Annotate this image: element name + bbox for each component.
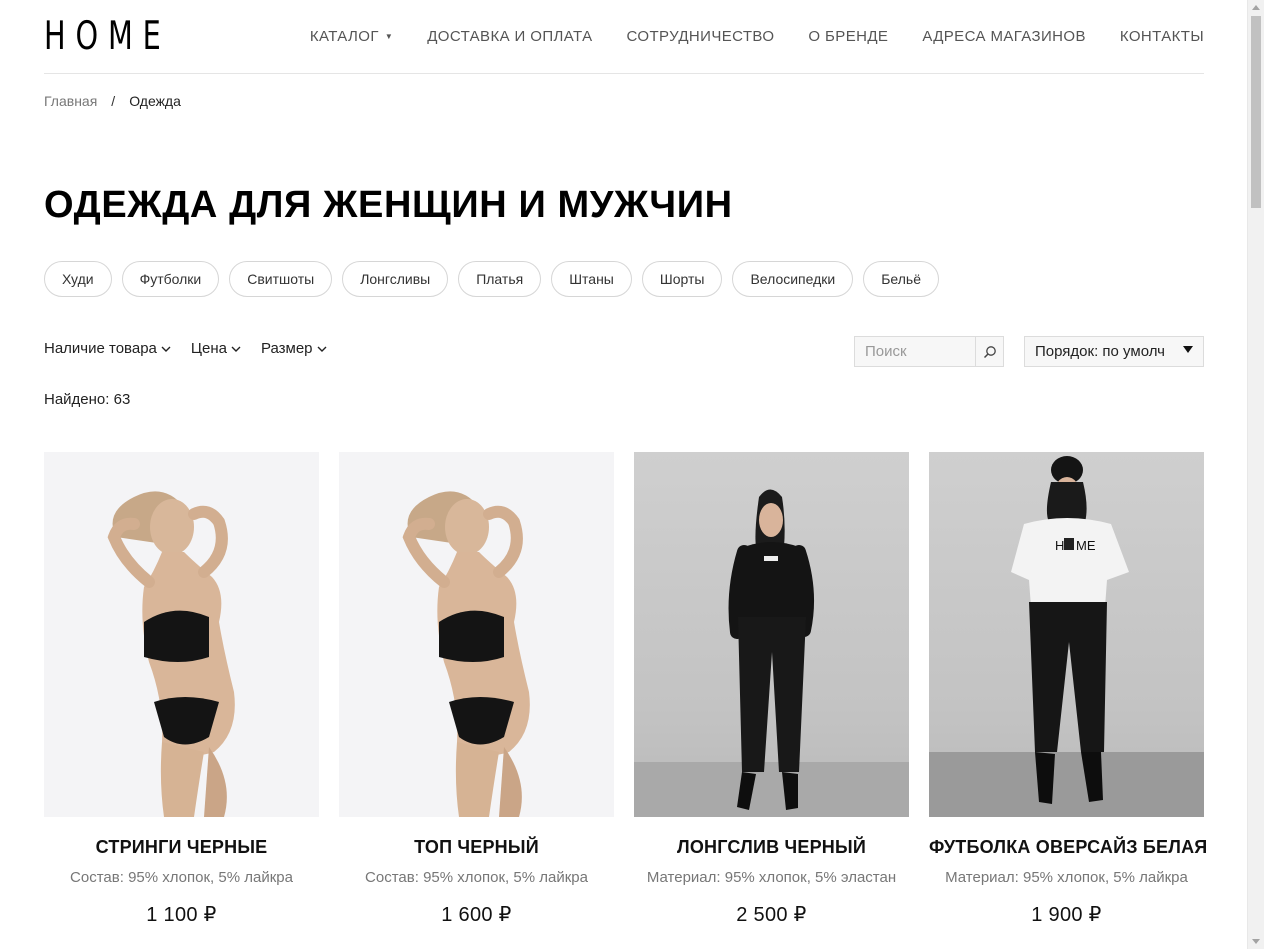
filter-size[interactable]: Размер xyxy=(261,340,327,357)
main-nav: КАТАЛОГ ▼ ДОСТАВКА И ОПЛАТА СОТРУДНИЧЕСТВ… xyxy=(310,28,1204,45)
product-image[interactable] xyxy=(44,452,319,817)
dropdown-arrow-icon xyxy=(1183,346,1193,353)
category-tags: Худи Футболки Свитшоты Лонгсливы Платья … xyxy=(44,261,939,297)
product-description: Материал: 95% хлопок, 5% эластан xyxy=(646,869,897,886)
filter-label: Цена xyxy=(190,340,227,357)
category-tag-dresses[interactable]: Платья xyxy=(458,261,542,297)
product-title[interactable]: СТРИНГИ ЧЕРНЫЕ xyxy=(44,837,319,858)
category-tag-pants[interactable]: Штаны xyxy=(551,261,632,297)
filter-price[interactable]: Цена xyxy=(191,340,241,357)
product-card[interactable]: H ME ФУТБОЛКА ОВЕРСАЙЗ БЕЛАЯ Материал: 9… xyxy=(929,452,1207,927)
filter-availability[interactable]: Наличие товара xyxy=(44,340,171,357)
search-box xyxy=(854,336,1004,367)
breadcrumb: Главная / Одежда xyxy=(44,93,181,109)
product-card[interactable]: СТРИНГИ ЧЕРНЫЕ Состав: 95% хлопок, 5% ла… xyxy=(44,452,319,927)
filters: Наличие товара Цена Размер xyxy=(44,340,327,357)
sort-label: Порядок: по умолч xyxy=(1035,343,1165,360)
category-tag-shorts[interactable]: Шорты xyxy=(641,261,723,297)
product-price: 1 100 ₽ xyxy=(146,904,217,926)
nav-item-contacts[interactable]: КОНТАКТЫ xyxy=(1120,28,1204,45)
product-description: Состав: 95% хлопок, 5% лайкра xyxy=(70,869,293,886)
sort-select[interactable]: Порядок: по умолч xyxy=(1024,336,1204,367)
nav-item-stores[interactable]: АДРЕСА МАГАЗИНОВ xyxy=(922,28,1086,45)
results-count: Найдено: 63 xyxy=(44,391,131,408)
breadcrumb-separator: / xyxy=(111,93,116,109)
product-description: Состав: 95% хлопок, 5% лайкра xyxy=(365,869,588,886)
product-photo-thong xyxy=(107,491,235,817)
filter-label: Наличие товара xyxy=(44,340,157,357)
chevron-down-icon xyxy=(317,346,327,352)
product-card[interactable]: ТОП ЧЕРНЫЙ Состав: 95% хлопок, 5% лайкра… xyxy=(339,452,614,927)
nav-item-label: КАТАЛОГ xyxy=(309,28,379,45)
vertical-scrollbar[interactable] xyxy=(1247,0,1264,949)
scrollbar-thumb[interactable] xyxy=(1251,16,1261,208)
caret-down-icon: ▼ xyxy=(384,32,394,41)
product-card[interactable]: ЛОНГСЛИВ ЧЕРНЫЙ Материал: 95% хлопок, 5%… xyxy=(634,452,909,927)
category-tag-bike-shorts[interactable]: Велосипедки xyxy=(732,261,854,297)
category-tag-tshirts[interactable]: Футболки xyxy=(121,261,220,297)
product-price: 2 500 ₽ xyxy=(736,904,807,926)
product-title[interactable]: ФУТБОЛКА ОВЕРСАЙЗ БЕЛАЯ xyxy=(929,837,1207,858)
nav-item-about[interactable]: О БРЕНДЕ xyxy=(808,28,888,45)
product-price: 1 900 ₽ xyxy=(1031,904,1102,926)
product-description: Материал: 95% хлопок, 5% лайкра xyxy=(945,869,1188,886)
svg-text:ME: ME xyxy=(1076,538,1096,553)
product-image[interactable]: H ME xyxy=(929,452,1204,817)
breadcrumb-home[interactable]: Главная xyxy=(44,93,97,109)
logo[interactable]: HOME xyxy=(44,17,171,56)
scroll-down-arrow-icon[interactable] xyxy=(1252,939,1260,944)
product-photo-oversize-tee: H ME xyxy=(929,456,1204,817)
site-header: HOME КАТАЛОГ ▼ ДОСТАВКА И ОПЛАТА СОТРУДНИ… xyxy=(44,0,1204,74)
category-tag-sweatshirts[interactable]: Свитшоты xyxy=(229,261,333,297)
page-title: ОДЕЖДА ДЛЯ ЖЕНЩИН И МУЖЧИН xyxy=(44,184,733,226)
nav-item-catalog[interactable]: КАТАЛОГ ▼ xyxy=(310,28,393,45)
scroll-up-arrow-icon[interactable] xyxy=(1252,5,1260,10)
nav-item-delivery[interactable]: ДОСТАВКА И ОПЛАТА xyxy=(427,28,592,45)
product-image[interactable] xyxy=(339,452,614,817)
chevron-down-icon xyxy=(231,346,241,352)
category-tag-underwear[interactable]: Бельё xyxy=(863,261,939,297)
page: HOME КАТАЛОГ ▼ ДОСТАВКА И ОПЛАТА СОТРУДНИ… xyxy=(44,0,1207,926)
filter-label: Размер xyxy=(260,340,313,357)
product-title[interactable]: ТОП ЧЕРНЫЙ xyxy=(339,837,614,858)
product-photo-top xyxy=(402,491,530,817)
nav-item-cooperation[interactable]: СОТРУДНИЧЕСТВО xyxy=(627,28,775,45)
breadcrumb-current: Одежда xyxy=(129,93,181,109)
product-price: 1 600 ₽ xyxy=(441,904,512,926)
product-grid: СТРИНГИ ЧЕРНЫЕ Состав: 95% хлопок, 5% ла… xyxy=(44,452,1207,927)
search-icon xyxy=(983,345,996,358)
chevron-down-icon xyxy=(161,346,171,352)
product-photo-longsleeve xyxy=(634,489,909,817)
svg-text:H: H xyxy=(1055,538,1064,553)
product-title[interactable]: ЛОНГСЛИВ ЧЕРНЫЙ xyxy=(634,837,909,858)
category-tag-hoodies[interactable]: Худи xyxy=(44,261,112,297)
search-button[interactable] xyxy=(975,337,1003,366)
category-tag-longsleeves[interactable]: Лонгсливы xyxy=(342,261,449,297)
product-image[interactable] xyxy=(634,452,909,817)
search-input[interactable] xyxy=(855,337,975,366)
